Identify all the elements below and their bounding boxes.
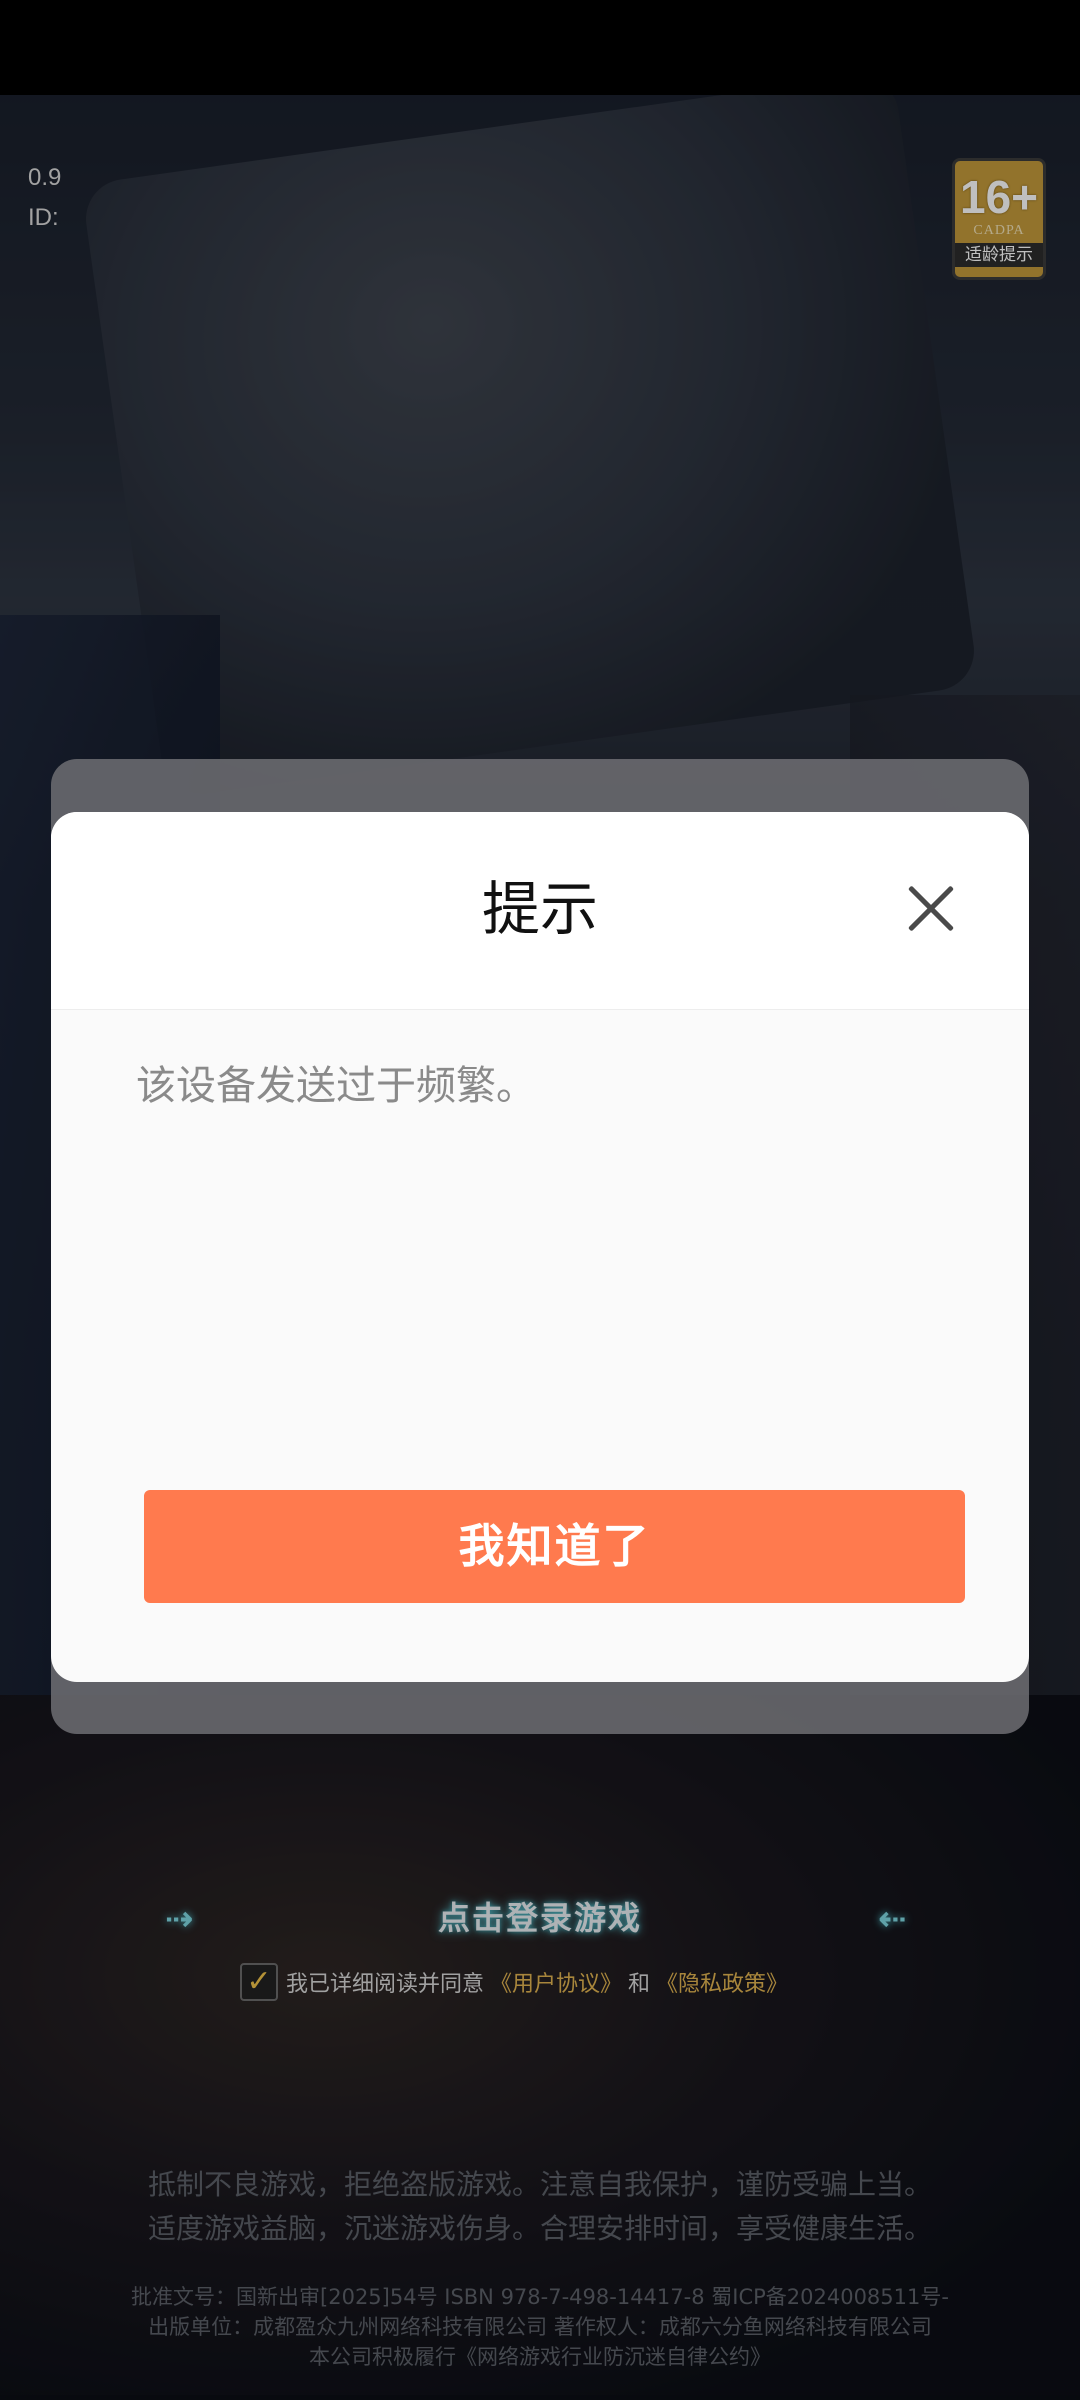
- acknowledge-button[interactable]: 我知道了: [144, 1490, 965, 1603]
- dialog-header: 提示: [51, 812, 1029, 1010]
- alert-dialog: 提示 该设备发送过于频繁。 我知道了: [51, 812, 1029, 1682]
- dialog-message: 该设备发送过于频繁。: [136, 1063, 536, 1109]
- dialog-title: 提示: [481, 875, 598, 943]
- close-icon[interactable]: [905, 882, 957, 934]
